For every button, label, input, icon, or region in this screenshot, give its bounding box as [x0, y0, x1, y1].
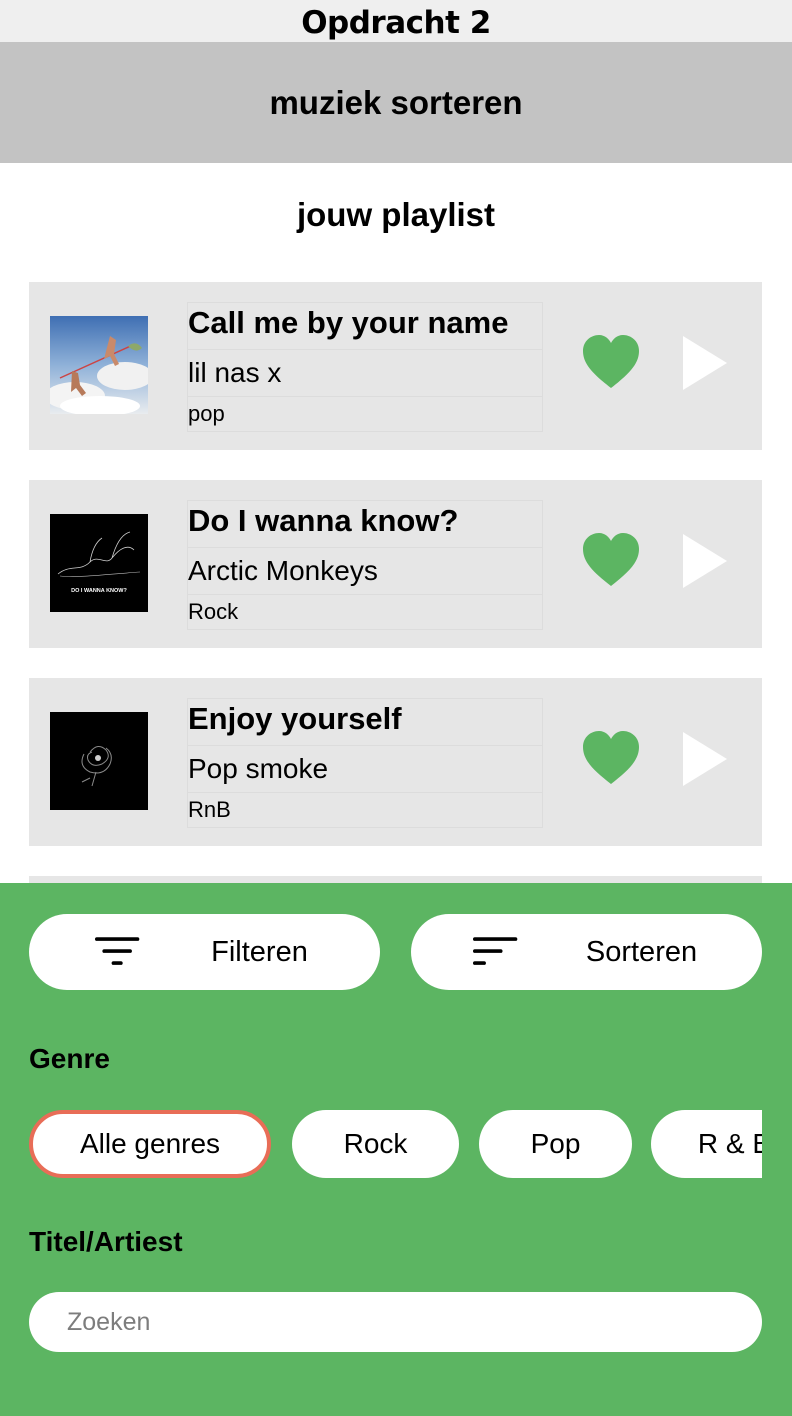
- filter-button[interactable]: Filteren: [29, 914, 380, 990]
- heart-icon[interactable]: [581, 334, 641, 390]
- song-artist: Pop smoke: [188, 746, 542, 793]
- song-card[interactable]: Enjoy yourself Pop smoke RnB: [29, 678, 762, 846]
- album-cover: [50, 316, 148, 414]
- genre-heading: Genre: [29, 1043, 110, 1074]
- album-cover: [50, 712, 148, 810]
- filter-icon: [95, 937, 140, 965]
- heart-icon[interactable]: [581, 532, 641, 588]
- genre-chip-rnb[interactable]: R & B: [651, 1110, 762, 1178]
- search-heading: Titel/Artiest: [29, 1226, 183, 1257]
- song-card[interactable]: Call me by your name lil nas x pop: [29, 282, 762, 450]
- song-title: Call me by your name: [188, 303, 542, 350]
- page-header: muziek sorteren: [0, 42, 792, 163]
- page-title: muziek sorteren: [269, 84, 523, 121]
- sort-label: Sorteren: [585, 936, 698, 968]
- song-artist: Arctic Monkeys: [188, 548, 542, 595]
- search-input[interactable]: [29, 1292, 762, 1352]
- play-icon[interactable]: [681, 532, 729, 590]
- song-genre: Rock: [188, 599, 239, 624]
- album-cover: DO I WANNA KNOW?: [50, 514, 148, 612]
- filter-label: Filteren: [211, 936, 308, 968]
- play-icon[interactable]: [681, 730, 729, 788]
- song-info: Enjoy yourself Pop smoke RnB: [187, 698, 543, 828]
- genre-chips: Alle genres Rock Pop R & B: [29, 1109, 762, 1181]
- sort-button[interactable]: Sorteren: [411, 914, 762, 990]
- song-info: Call me by your name lil nas x pop: [187, 302, 543, 432]
- song-artist: lil nas x: [188, 350, 542, 397]
- cover-text: DO I WANNA KNOW?: [71, 588, 127, 594]
- sort-icon: [473, 937, 518, 965]
- song-genre: RnB: [188, 797, 231, 822]
- song-card[interactable]: DO I WANNA KNOW? Do I wanna know? Arctic…: [29, 480, 762, 648]
- genre-chip-all[interactable]: Alle genres: [29, 1110, 271, 1178]
- song-info: Do I wanna know? Arctic Monkeys Rock: [187, 500, 543, 630]
- window-title: Opdracht 2: [0, 0, 792, 42]
- song-genre: pop: [188, 401, 225, 426]
- play-icon[interactable]: [681, 334, 729, 392]
- playlist-title: jouw playlist: [296, 196, 496, 233]
- song-title: Do I wanna know?: [188, 501, 542, 548]
- genre-chip-rock[interactable]: Rock: [292, 1110, 459, 1178]
- filter-panel: Filteren Sorteren Genre Alle genres Rock…: [0, 883, 792, 1416]
- heart-icon[interactable]: [581, 730, 641, 786]
- genre-chip-pop[interactable]: Pop: [479, 1110, 632, 1178]
- song-title: Enjoy yourself: [188, 699, 542, 746]
